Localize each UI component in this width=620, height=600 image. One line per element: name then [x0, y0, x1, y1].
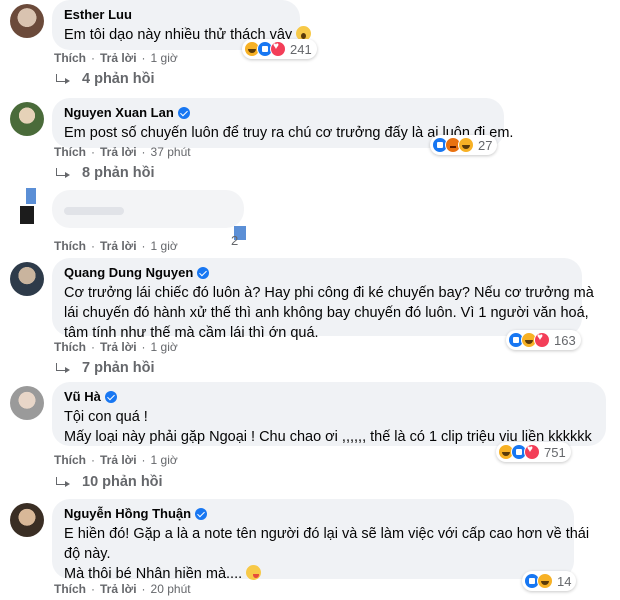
like-button[interactable]: Thích	[54, 239, 86, 253]
comment-text: Tội con quá ! Mấy loại này phải gặp Ngoạ…	[64, 409, 592, 445]
reaction-count: 163	[554, 332, 576, 348]
reply-arrow-icon	[54, 477, 72, 487]
comment-text: Em post số chuyến luôn để truy ra chú cơ…	[64, 125, 514, 141]
comment-actions: Thích · Trả lời · 1 giờ	[54, 340, 178, 354]
like-button[interactable]: Thích	[54, 453, 86, 467]
commenter-name[interactable]: Quang Dung Nguyen	[64, 265, 193, 280]
reply-arrow-icon	[54, 168, 72, 178]
like-button[interactable]: Thích	[54, 51, 86, 65]
comment-text: E hiền đó! Gặp a là a note tên người đó …	[64, 526, 590, 582]
timestamp[interactable]: 1 giờ	[151, 453, 178, 467]
commenter-name[interactable]: Vũ Hà	[64, 389, 101, 404]
reaction-count: 751	[544, 444, 566, 460]
like-button[interactable]: Thích	[54, 582, 86, 596]
reply-button[interactable]: Trả lời	[100, 145, 137, 159]
commenter-name[interactable]: Esther Luu	[64, 7, 132, 22]
timestamp[interactable]: 20 phút	[151, 582, 191, 596]
love-reaction-icon	[534, 332, 550, 348]
verified-badge-icon	[177, 106, 190, 119]
avatar[interactable]	[10, 386, 44, 420]
reply-arrow-icon	[54, 363, 72, 373]
view-replies-button[interactable]: 7 phản hồi	[54, 360, 155, 376]
comment-bubble	[52, 190, 244, 228]
avatar[interactable]	[10, 4, 44, 38]
verified-badge-icon	[197, 266, 210, 279]
verified-badge-icon	[195, 507, 208, 520]
redacted-avatar	[20, 188, 36, 224]
comment-actions: Thích · Trả lời · 1 giờ	[54, 239, 178, 253]
view-replies-button[interactable]: 10 phản hồi	[54, 474, 163, 490]
commenter-name[interactable]: Nguyen Xuan Lan	[64, 105, 174, 120]
verified-badge-icon	[104, 390, 117, 403]
timestamp[interactable]: 1 giờ	[151, 51, 178, 65]
timestamp[interactable]: 37 phút	[151, 145, 191, 159]
comment-bubble: Nguyễn Hồng Thuận E hiền đó! Gặp a là a …	[52, 499, 589, 582]
reaction-summary[interactable]: 27	[430, 135, 498, 155]
comment-actions: Thích · Trả lời · 20 phút	[54, 582, 191, 596]
reply-button[interactable]: Trả lời	[100, 51, 137, 65]
reply-button[interactable]: Trả lời	[100, 239, 137, 253]
reaction-summary[interactable]: 14	[522, 571, 577, 591]
redacted-text	[64, 207, 124, 215]
avatar[interactable]	[10, 503, 44, 537]
timestamp[interactable]: 1 giờ	[151, 239, 178, 253]
like-button[interactable]: Thích	[54, 145, 86, 159]
comment-text: Cơ trưởng lái chiếc đó luôn à? Hay phi c…	[64, 285, 594, 341]
comment-bubble: Vũ Hà Tội con quá ! Mấy loại này phải gặ…	[52, 382, 606, 446]
reaction-summary[interactable]: 241	[242, 39, 317, 59]
love-reaction-icon	[524, 444, 540, 460]
reply-button[interactable]: Trả lời	[100, 340, 137, 354]
reaction-summary[interactable]: 751	[496, 442, 571, 462]
reaction-summary[interactable]: 2	[222, 230, 243, 250]
love-reaction-icon	[270, 41, 286, 57]
reply-button[interactable]: Trả lời	[100, 582, 137, 596]
haha-reaction-icon	[537, 573, 553, 589]
commenter-name[interactable]: Nguyễn Hồng Thuận	[64, 506, 191, 521]
reply-button[interactable]: Trả lời	[100, 453, 137, 467]
reaction-summary[interactable]: 163	[506, 330, 581, 350]
comment-actions: Thích · Trả lời · 1 giờ	[54, 453, 178, 467]
avatar[interactable]	[10, 262, 44, 296]
haha-reaction-icon	[458, 137, 474, 153]
reaction-count: 14	[557, 573, 572, 589]
comment-actions: Thích · Trả lời · 1 giờ	[54, 51, 178, 65]
timestamp[interactable]: 1 giờ	[151, 340, 178, 354]
like-button[interactable]: Thích	[54, 340, 86, 354]
reaction-count: 241	[290, 41, 312, 57]
reaction-count: 27	[478, 137, 493, 153]
reaction-count: 2	[231, 232, 239, 248]
view-replies-button[interactable]: 8 phản hồi	[54, 165, 155, 181]
tongue-wink-emoji-icon	[246, 565, 262, 580]
view-replies-button[interactable]: 4 phản hồi	[54, 71, 155, 87]
avatar[interactable]	[10, 102, 44, 136]
comment-bubble: Quang Dung Nguyen Cơ trưởng lái chiếc đó…	[52, 258, 594, 341]
reply-arrow-icon	[54, 74, 72, 84]
comment-actions: Thích · Trả lời · 37 phút	[54, 145, 191, 159]
